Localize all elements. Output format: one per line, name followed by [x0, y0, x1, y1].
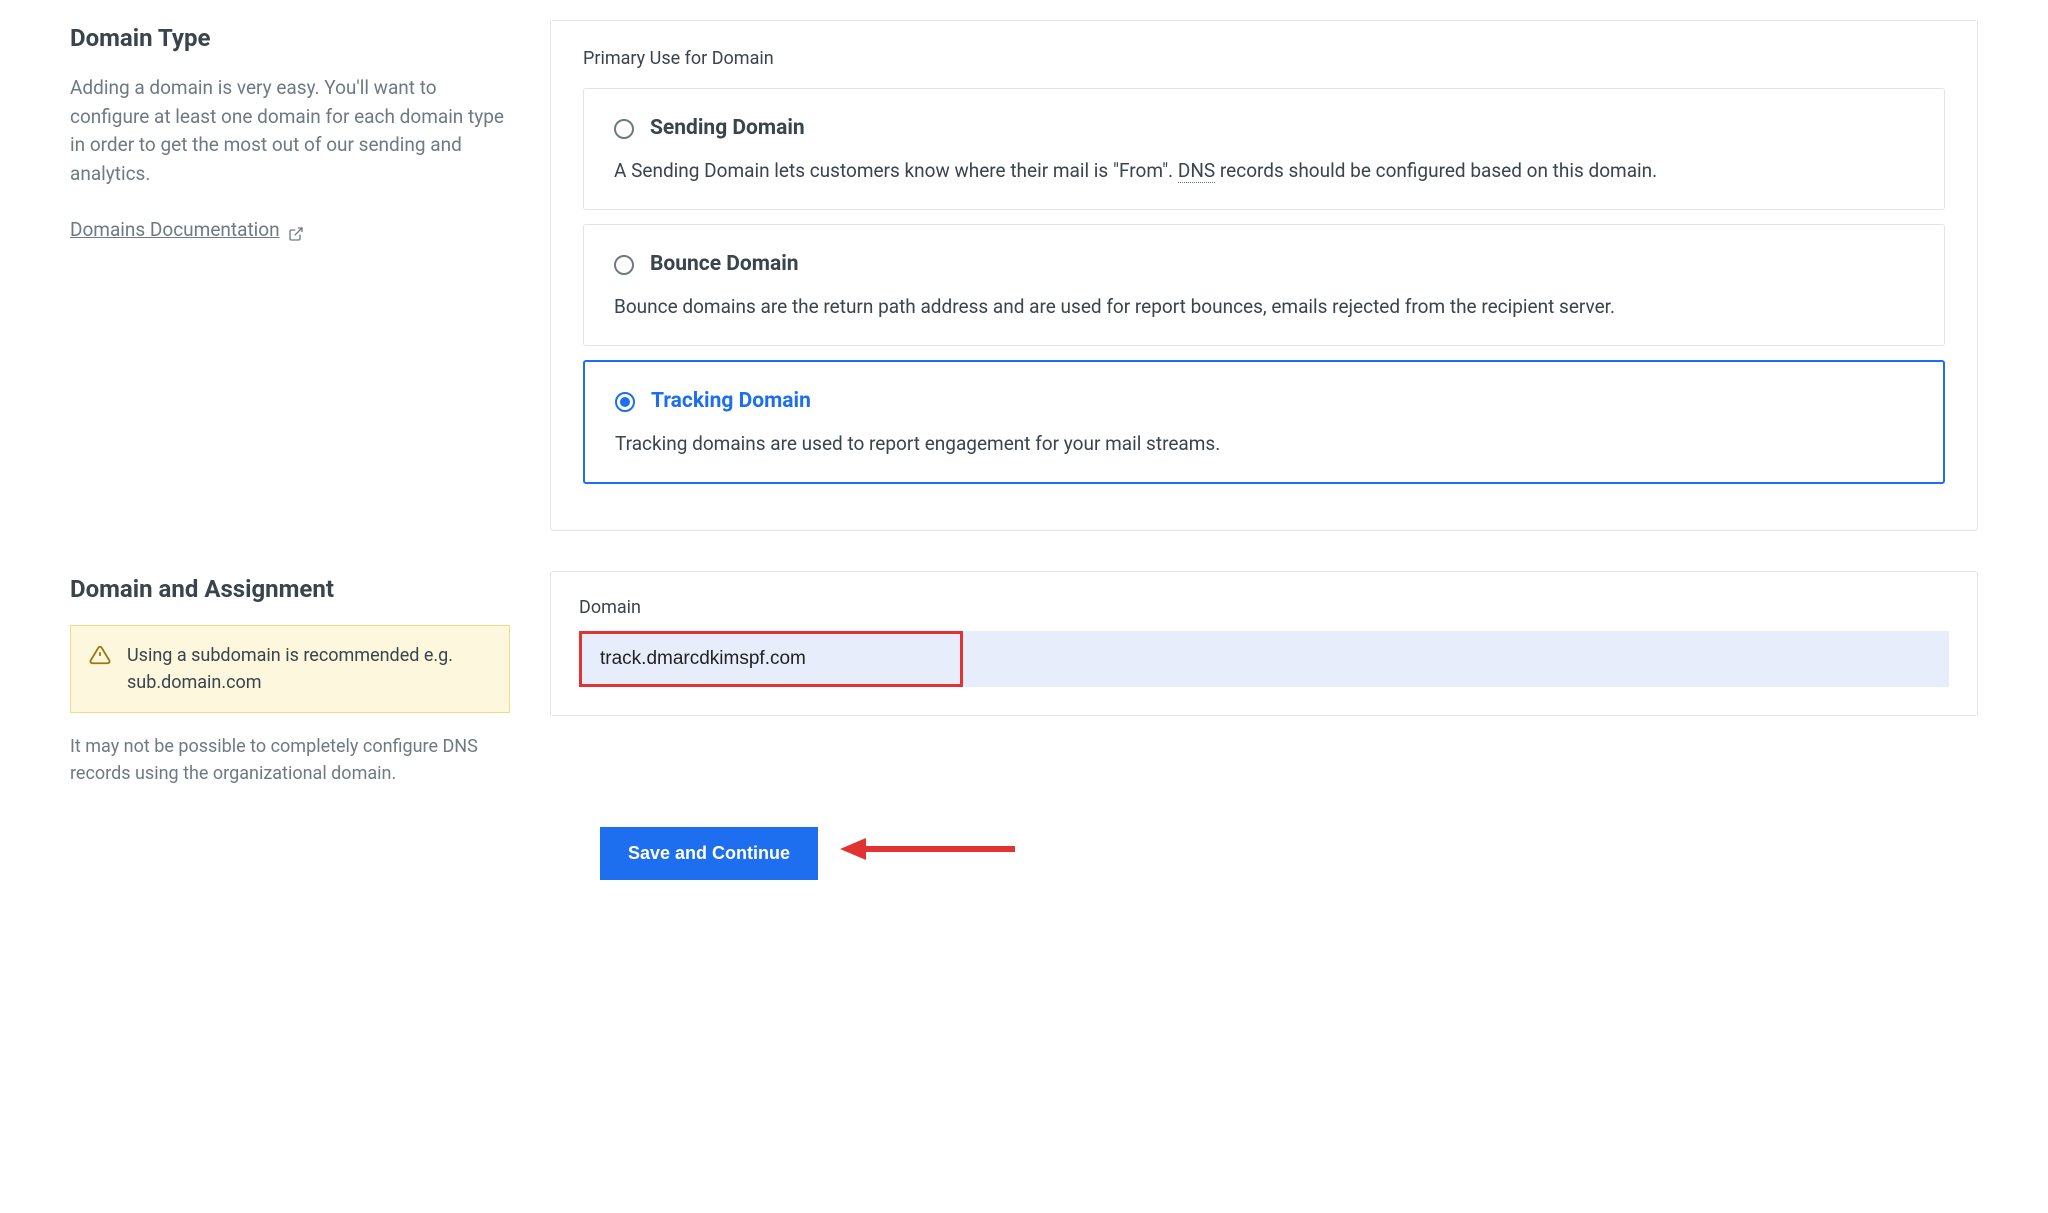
radio-bounce-title: Bounce Domain — [650, 249, 799, 281]
domain-input-rest — [963, 631, 1949, 687]
domain-type-heading: Domain Type — [70, 20, 510, 56]
radio-sending-desc: A Sending Domain lets customers know whe… — [614, 157, 1914, 186]
radio-tracking-desc: Tracking domains are used to report enga… — [615, 430, 1913, 459]
radio-icon — [614, 255, 634, 275]
subdomain-alert-text: Using a subdomain is recommended e.g. su… — [127, 642, 491, 696]
radio-tracking-title: Tracking Domain — [651, 386, 811, 418]
domain-type-description: Adding a domain is very easy. You'll wan… — [70, 74, 510, 188]
radio-bounce-domain[interactable]: Bounce Domain Bounce domains are the ret… — [583, 224, 1945, 346]
dns-abbr: DNS — [1178, 159, 1215, 183]
domain-assignment-heading: Domain and Assignment — [70, 571, 510, 607]
domain-input[interactable] — [582, 634, 960, 684]
radio-bounce-desc: Bounce domains are the return path addre… — [614, 293, 1914, 322]
radio-sending-domain[interactable]: Sending Domain A Sending Domain lets cus… — [583, 88, 1945, 210]
subdomain-alert: Using a subdomain is recommended e.g. su… — [70, 625, 510, 713]
domain-helper-text: It may not be possible to completely con… — [70, 733, 510, 787]
save-and-continue-button[interactable]: Save and Continue — [600, 827, 818, 880]
primary-use-label: Primary Use for Domain — [583, 45, 1945, 72]
domain-field-label: Domain — [579, 594, 1949, 621]
domain-panel: Domain — [550, 571, 1978, 716]
radio-icon — [614, 119, 634, 139]
external-link-icon — [288, 222, 304, 238]
radio-sending-title: Sending Domain — [650, 113, 805, 145]
domains-documentation-link[interactable]: Domains Documentation — [70, 216, 304, 245]
primary-use-panel: Primary Use for Domain Sending Domain A … — [550, 20, 1978, 531]
arrow-annotation-icon — [840, 835, 1020, 872]
warning-icon — [89, 644, 111, 666]
radio-tracking-domain[interactable]: Tracking Domain Tracking domains are use… — [583, 360, 1945, 484]
radio-icon — [615, 392, 635, 412]
domain-input-highlight — [579, 631, 963, 687]
domains-documentation-label: Domains Documentation — [70, 216, 280, 245]
